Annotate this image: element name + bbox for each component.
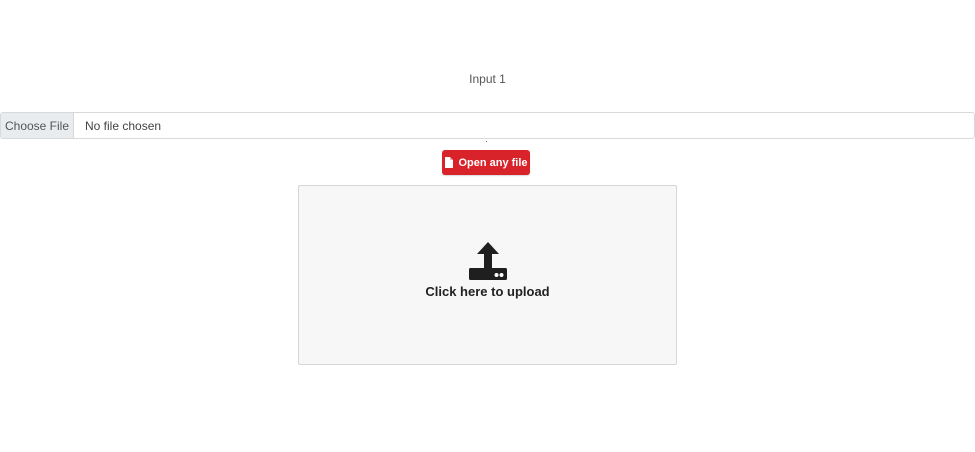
upload-label: Click here to upload <box>425 284 550 299</box>
file-status-text: No file chosen <box>85 118 162 133</box>
document-icon <box>445 157 454 168</box>
open-any-file-button[interactable]: Open any file <box>442 150 530 175</box>
separator-dot <box>486 141 487 142</box>
upload-page: Input 1 Choose File No file chosen Open … <box>0 0 975 452</box>
upload-tray-icon <box>469 242 507 280</box>
choose-file-button[interactable]: Choose File <box>1 113 74 138</box>
input-label: Input 1 <box>469 72 506 86</box>
open-any-file-label: Open any file <box>458 156 528 169</box>
upload-dropzone[interactable]: Click here to upload <box>298 185 677 365</box>
file-input[interactable]: Choose File No file chosen <box>0 112 975 139</box>
